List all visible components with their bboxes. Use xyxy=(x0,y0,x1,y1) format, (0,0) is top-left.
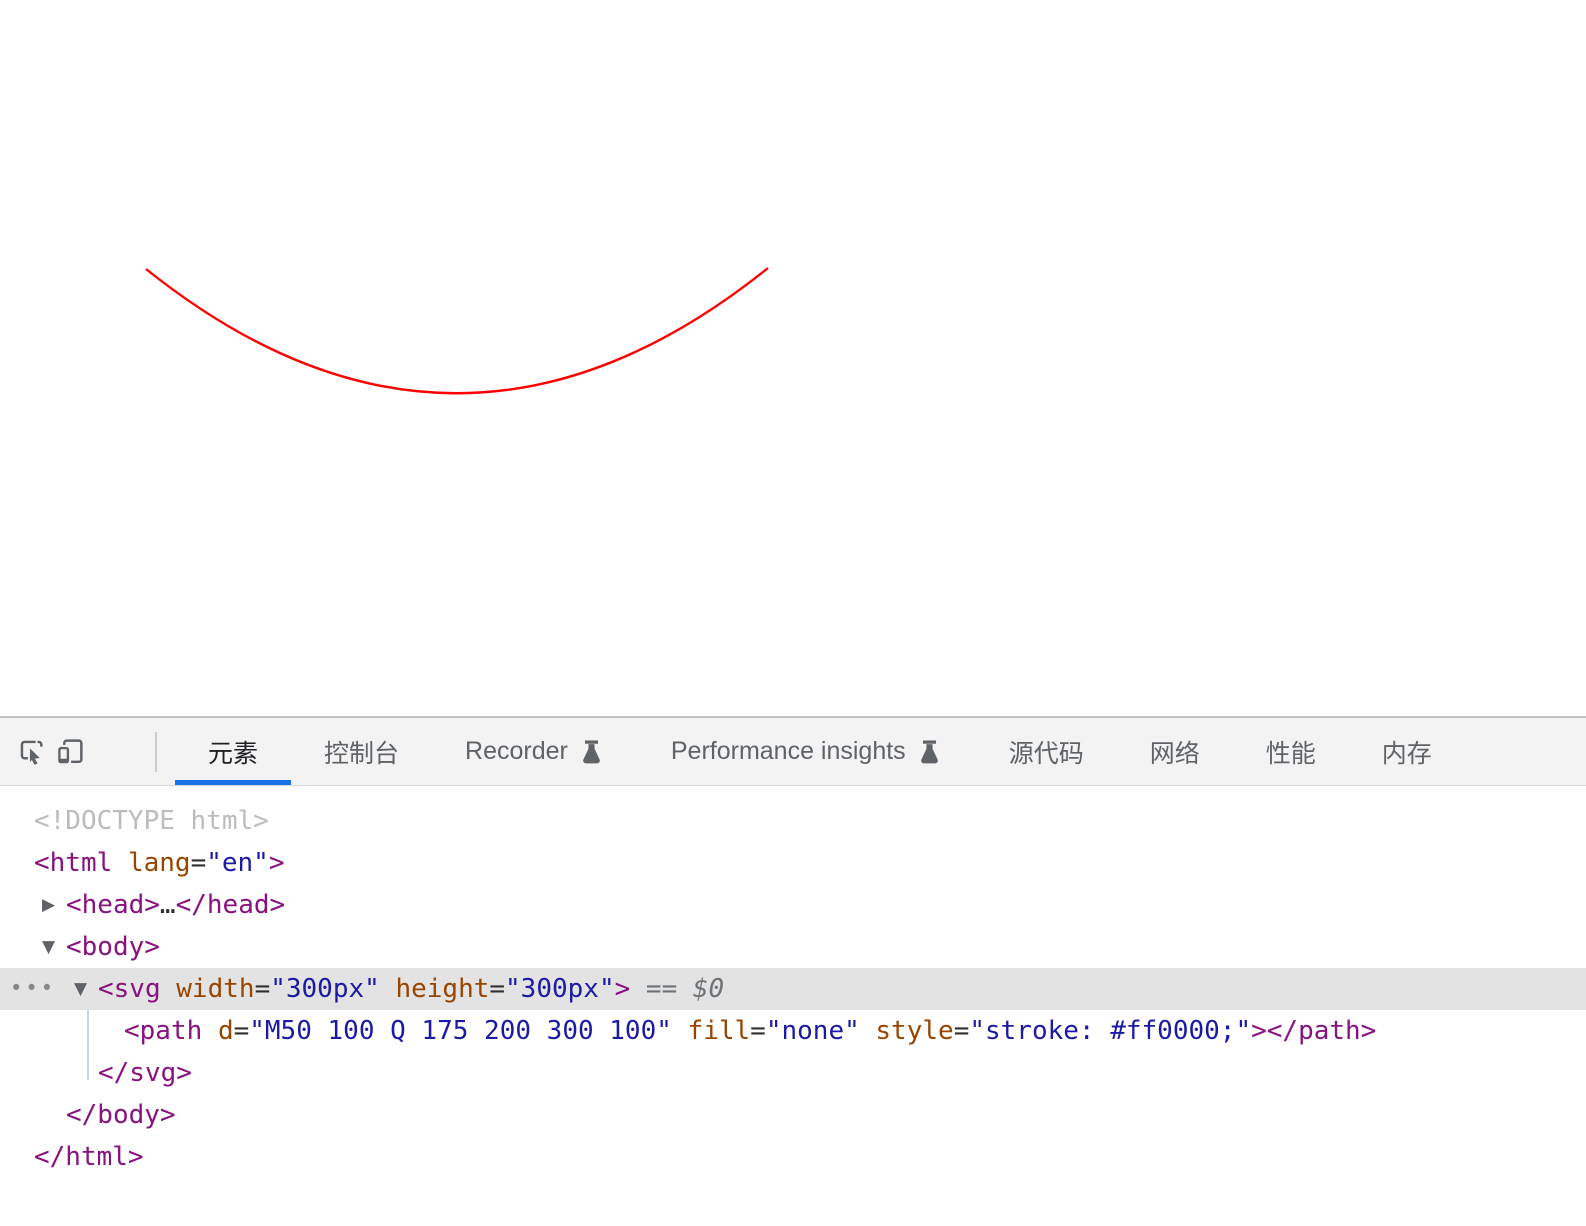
dom-line-text: <path d="M50 100 Q 175 200 300 100" fill… xyxy=(0,1010,1586,1052)
tab-performance-insights[interactable]: Performance insights xyxy=(638,718,976,785)
tab-label: 元素 xyxy=(208,739,259,768)
token-tag: > xyxy=(614,974,631,1004)
token-tag: <body> xyxy=(66,932,160,962)
tab-label: 性能 xyxy=(1265,739,1316,768)
page-svg-canvas xyxy=(145,267,769,395)
dom-row-path[interactable]: <path d="M50 100 Q 175 200 300 100" fill… xyxy=(0,1010,1586,1052)
token-plain: = xyxy=(750,1016,766,1046)
dom-row-html-close[interactable]: </html> xyxy=(0,1136,1586,1178)
dom-tree: <!DOCTYPE html> <html lang="en"> ▶ <head>…<… xyxy=(0,786,1586,1178)
token-tag: > xyxy=(268,848,285,878)
dom-row-body-close[interactable]: </body> xyxy=(0,1094,1586,1136)
token-val: "300px" xyxy=(505,974,615,1004)
token-attr: style xyxy=(875,1016,954,1046)
token-tag: </head> xyxy=(175,890,286,920)
flask-icon xyxy=(578,738,605,765)
dom-line-text: <html lang="en"> xyxy=(0,842,1586,884)
token-plain: = xyxy=(254,974,271,1004)
tab-performance[interactable]: 性能 xyxy=(1233,718,1349,785)
tab-label: 控制台 xyxy=(324,739,400,768)
token-plain: = xyxy=(953,1016,970,1046)
device-toolbar-icon xyxy=(55,739,83,766)
token-hint: == xyxy=(630,974,693,1004)
token-val: "300px" xyxy=(270,974,380,1004)
token-attr: lang xyxy=(127,848,191,878)
dom-line-text: <head>…</head> xyxy=(0,884,1586,926)
dom-row-doctype[interactable]: <!DOCTYPE html> xyxy=(0,800,1586,842)
toolbar-separator xyxy=(155,731,157,772)
tab-recorder[interactable]: Recorder xyxy=(432,718,638,785)
tab-label: Recorder xyxy=(465,737,568,765)
token-tag: <head> xyxy=(66,890,160,920)
tab-label: Performance insights xyxy=(670,737,906,765)
dom-line-text: </svg> xyxy=(0,1052,1586,1094)
token-val: "M50 100 Q 175 200 300 100" xyxy=(249,1016,672,1046)
token-tag: </body> xyxy=(66,1100,176,1130)
dom-row-svg-open[interactable]: ••• ▼ <svg width="300px" height="300px"> =… xyxy=(0,968,1586,1010)
tab-label: 内存 xyxy=(1381,739,1432,768)
red-quadratic-curve xyxy=(145,267,769,395)
dom-line-text: </body> xyxy=(0,1094,1586,1136)
dom-line-text: <!DOCTYPE html> xyxy=(0,800,1586,842)
token-doctype: <!DOCTYPE html> xyxy=(34,806,269,836)
token-plain: … xyxy=(159,890,176,920)
flask-icon xyxy=(916,738,943,765)
active-tab-underline xyxy=(175,780,292,785)
token-attr: width xyxy=(176,974,255,1004)
token-val: "stroke: #ff0000;" xyxy=(969,1016,1252,1046)
token-tag: <svg xyxy=(98,974,161,1004)
token-plain: = xyxy=(233,1016,250,1046)
token-attr: fill xyxy=(687,1016,751,1046)
tab-elements[interactable]: 元素 xyxy=(175,718,292,785)
token-val: "en" xyxy=(206,848,269,878)
inspect-cursor-icon xyxy=(20,740,43,765)
dom-line-text: <body> xyxy=(0,926,1586,968)
devtools-tab-bar: 元素 控制台 Recorder Performance insights 源代码 网络 性能… xyxy=(0,718,1586,786)
dom-line-text: </html> xyxy=(0,1136,1586,1178)
devtools-tabs: 元素 控制台 Recorder Performance insights 源代码 网络 性能… xyxy=(175,718,1465,785)
tab-network[interactable]: 网络 xyxy=(1117,718,1233,785)
token-tag: </svg> xyxy=(98,1058,192,1088)
tab-label: 源代码 xyxy=(1008,739,1084,768)
inspect-element-button[interactable] xyxy=(14,735,48,769)
token-tag: <html xyxy=(34,848,113,878)
token-tag: </html> xyxy=(34,1142,144,1172)
token-tag: <path xyxy=(124,1016,203,1046)
dom-row-body-open[interactable]: ▼ <body> xyxy=(0,926,1586,968)
tab-sources[interactable]: 源代码 xyxy=(976,718,1117,785)
dom-row-svg-close[interactable]: </svg> xyxy=(0,1052,1586,1094)
token-attr: height xyxy=(395,974,490,1004)
token-plain: = xyxy=(489,974,506,1004)
dom-row-head[interactable]: ▶ <head>…</head> xyxy=(0,884,1586,926)
token-attr: d xyxy=(217,1016,234,1046)
tab-memory[interactable]: 内存 xyxy=(1349,718,1465,785)
token-hint: $0 xyxy=(692,974,725,1004)
token-val: "none" xyxy=(765,1016,860,1046)
tab-console[interactable]: 控制台 xyxy=(291,718,432,785)
dom-row-html-open[interactable]: <html lang="en"> xyxy=(0,842,1586,884)
toggle-device-toolbar-button[interactable] xyxy=(53,735,87,769)
tab-label: 网络 xyxy=(1149,739,1200,768)
token-tag: ></path> xyxy=(1251,1016,1377,1046)
dom-line-text: <svg width="300px" height="300px"> == $0 xyxy=(0,968,1586,1010)
devtools-panel: 元素 控制台 Recorder Performance insights 源代码 网络 性能… xyxy=(0,716,1586,1226)
token-plain: = xyxy=(190,848,207,878)
page-viewport xyxy=(0,0,1586,716)
